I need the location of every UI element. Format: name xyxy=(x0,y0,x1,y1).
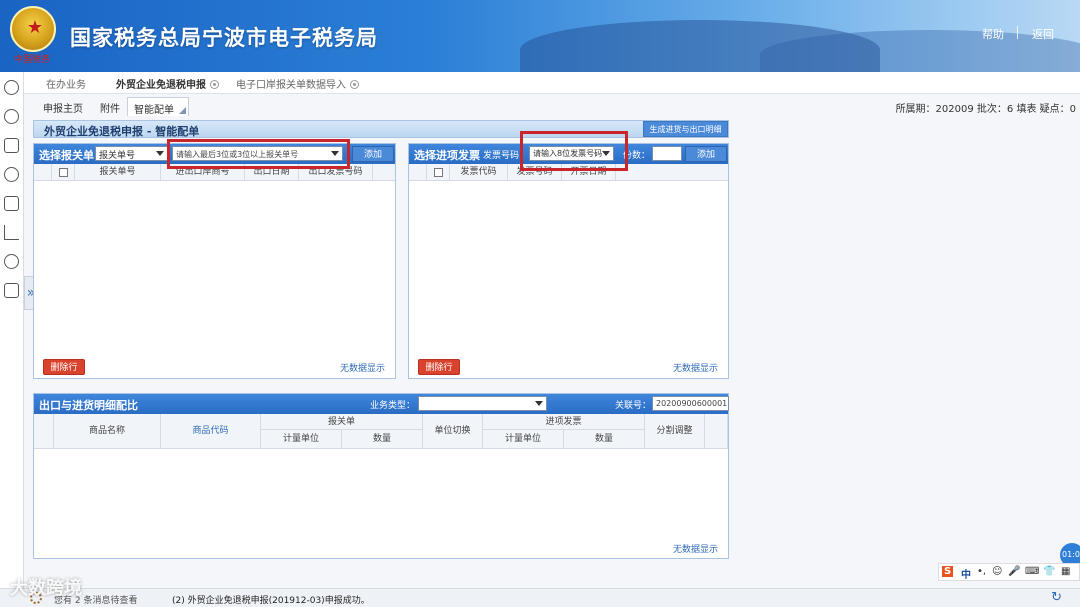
col-index xyxy=(34,164,52,181)
shield-check-icon[interactable] xyxy=(4,109,19,124)
site-title: 国家税务总局宁波市电子税务局 xyxy=(70,26,378,50)
tab-label: 在办业务 xyxy=(46,80,86,91)
business-type-select[interactable] xyxy=(418,396,547,411)
exit-icon[interactable] xyxy=(4,283,19,298)
tab-export-refund-declaration[interactable]: 外贸企业免退税申报 xyxy=(116,76,219,91)
period-info: 所属期：202009 批次：6 填表 疑点：0 xyxy=(895,104,1076,115)
col-index xyxy=(34,414,54,449)
col-invoice-code: 发票代码 xyxy=(450,164,508,181)
customs-no-data: 无数据显示 xyxy=(340,364,386,374)
location-icon[interactable] xyxy=(4,167,19,182)
panel-header: 出口与进货明细配比 业务类型： 关联号： 20200900600001 xyxy=(34,394,729,414)
chart-icon[interactable] xyxy=(4,225,19,240)
chevron-down-icon xyxy=(156,151,164,156)
ime-toolbar: S 中 •, ☺ 🎤 ⌨ 👕 ▦ xyxy=(938,563,1080,581)
subtab-smart-matching[interactable]: 智能配单 xyxy=(127,97,189,116)
select-all-checkbox[interactable] xyxy=(59,168,68,177)
tax-emblem-icon: ★ xyxy=(10,6,56,52)
emoji-icon[interactable]: ☺ xyxy=(992,566,1002,577)
add-invoice-button[interactable]: 添加 xyxy=(685,146,727,162)
select-all-checkbox[interactable] xyxy=(434,168,443,177)
col-invoice-quantity: 数量 xyxy=(564,430,645,449)
highlight-box xyxy=(167,139,350,169)
input-invoice-panel: 选择进项发票 发票号码 请输入8位发票号码 份数： 添加 发票代码 发票号码 开… xyxy=(408,143,729,379)
col-group-invoice: 进项发票 xyxy=(483,414,645,430)
left-sidebar xyxy=(0,72,24,607)
col-customs-unit: 计量单位 xyxy=(261,430,342,449)
link-number-label: 关联号： xyxy=(615,401,652,411)
count-input[interactable] xyxy=(652,146,682,161)
subtab-declaration-home[interactable]: 申报主页 xyxy=(43,100,83,115)
col-product-code[interactable]: 商品代码 xyxy=(161,414,261,449)
status-message: (2) 外贸企业免退税申报(201912-03)申报成功。 xyxy=(172,596,370,606)
business-type-label: 业务类型： xyxy=(370,401,416,411)
clipboard-check-icon[interactable] xyxy=(4,138,19,153)
tab-label: 外贸企业免退税申报 xyxy=(116,80,206,91)
settings-icon[interactable] xyxy=(4,80,19,95)
col-customs-no: 报关单号 xyxy=(75,164,161,181)
back-link[interactable]: 返回 xyxy=(1032,26,1054,42)
panel-label: 出口与进货明细配比 xyxy=(39,399,138,412)
calendar-icon[interactable] xyxy=(4,196,19,211)
help-link[interactable]: 帮助 xyxy=(982,26,1004,42)
chinese-mode-icon[interactable]: 中 xyxy=(961,566,971,581)
toolbox-icon[interactable]: ▦ xyxy=(1061,566,1070,577)
keyboard-icon[interactable]: ⌨ xyxy=(1025,566,1039,577)
col-index xyxy=(409,164,427,181)
delete-customs-row-button[interactable]: 删除行 xyxy=(43,359,85,375)
close-tab-icon[interactable] xyxy=(350,80,359,89)
tab-label: 电子口岸报关单数据导入 xyxy=(236,80,346,91)
tab-in-progress[interactable]: 在办业务 xyxy=(46,76,86,91)
top-tab-bar: 在办业务 外贸企业免退税申报 电子口岸报关单数据导入 xyxy=(24,72,1080,94)
section-title: 外贸企业免退税申报 - 智能配单 xyxy=(44,125,200,138)
site-header: ★ 中国税务 国家税务总局宁波市电子税务局 帮助 返回 xyxy=(0,0,1080,72)
microphone-icon[interactable]: 🎤 xyxy=(1008,566,1020,577)
link-number-input[interactable]: 20200900600001 xyxy=(652,396,729,411)
skin-icon[interactable]: 👕 xyxy=(1043,566,1055,577)
col-invoice-unit: 计量单位 xyxy=(483,430,564,449)
col-split-adjust: 分割调整 xyxy=(645,414,705,449)
customs-declaration-panel: 选择报关单 报关单号 请输入最后3位或3位以上报关单号 添加 报关单号 进出口岸… xyxy=(33,143,396,379)
sogou-logo-icon[interactable]: S xyxy=(942,566,954,577)
panel-label: 选择报关单 xyxy=(39,149,94,162)
col-customs-quantity: 数量 xyxy=(342,430,423,449)
col-blank xyxy=(705,414,728,449)
invoice-field-label: 发票号码 xyxy=(483,151,520,161)
punctuation-icon[interactable]: •, xyxy=(977,566,986,577)
col-select-all xyxy=(427,164,450,181)
add-customs-button[interactable]: 添加 xyxy=(352,146,394,162)
invoice-no-data: 无数据显示 xyxy=(673,364,719,374)
delete-invoice-row-button[interactable]: 删除行 xyxy=(418,359,460,375)
col-select-all xyxy=(52,164,75,181)
detail-matching-panel: 出口与进货明细配比 业务类型： 关联号： 20200900600001 商品名称… xyxy=(33,393,729,559)
col-unit-switch: 单位切换 xyxy=(423,414,483,449)
input-value: 20200900600001 xyxy=(656,399,728,408)
highlight-box xyxy=(520,131,628,171)
col-product-name: 商品名称 xyxy=(54,414,161,449)
col-group-customs: 报关单 xyxy=(261,414,423,430)
search-icon[interactable] xyxy=(4,254,19,269)
refresh-icon[interactable]: ↻ xyxy=(1051,590,1062,605)
subtab-attachments[interactable]: 附件 xyxy=(100,100,120,115)
header-divider xyxy=(1017,26,1018,39)
status-bar: 您有 2 条消息待查看 (2) 外贸企业免退税申报(201912-03)申报成功… xyxy=(0,588,1080,607)
panel-label: 选择进项发票 xyxy=(414,149,480,162)
select-value: 报关单号 xyxy=(99,151,136,161)
close-tab-icon[interactable] xyxy=(210,80,219,89)
chevron-down-icon xyxy=(535,401,543,406)
generate-details-button[interactable]: 生成进货与出口明细 xyxy=(643,121,728,137)
customs-type-select[interactable]: 报关单号 xyxy=(95,146,168,161)
sub-tab-bar: 申报主页 附件 智能配单 所属期：202009 批次：6 填表 疑点：0 xyxy=(24,97,1080,117)
tab-eport-import[interactable]: 电子口岸报关单数据导入 xyxy=(236,76,359,91)
watermark: 大数跨境 xyxy=(10,578,82,599)
detail-no-data: 无数据显示 xyxy=(673,545,719,555)
emblem-caption: 中国税务 xyxy=(14,55,51,65)
